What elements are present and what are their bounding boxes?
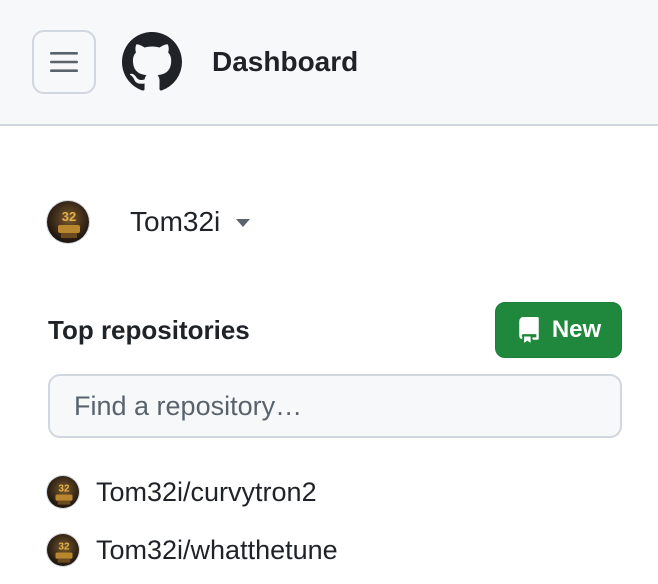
new-repository-button[interactable]: New	[495, 302, 622, 358]
repo-list-item[interactable]: 32 Tom32i/curvytron2	[46, 472, 317, 512]
user-avatar[interactable]: 32	[46, 200, 90, 244]
new-button-label: New	[551, 316, 602, 343]
page-title: Dashboard	[212, 46, 359, 77]
repo-owner-avatar: 32	[46, 533, 80, 567]
username: Tom32i	[130, 206, 221, 237]
svg-text:32: 32	[58, 541, 70, 552]
github-logo-icon[interactable]	[122, 32, 182, 92]
hamburger-menu-icon	[50, 52, 78, 72]
repo-link[interactable]: Tom32i/curvytron2	[96, 474, 317, 510]
menu-button[interactable]	[32, 30, 96, 94]
top-repositories-heading: Top repositories	[48, 315, 250, 345]
find-repository-input[interactable]	[48, 374, 622, 438]
repo-link[interactable]: Tom32i/whatthetune	[96, 532, 338, 568]
repo-icon	[519, 317, 539, 343]
repo-owner-avatar: 32	[46, 475, 80, 509]
repo-list-item[interactable]: 32 Tom32i/whatthetune	[46, 530, 338, 570]
svg-text:32: 32	[62, 209, 76, 224]
avatar-image: 32	[47, 201, 89, 243]
svg-text:32: 32	[58, 483, 70, 494]
app-header: Dashboard	[0, 0, 658, 126]
triangle-down-icon	[236, 219, 251, 227]
account-switcher[interactable]: Tom32i	[130, 202, 251, 242]
